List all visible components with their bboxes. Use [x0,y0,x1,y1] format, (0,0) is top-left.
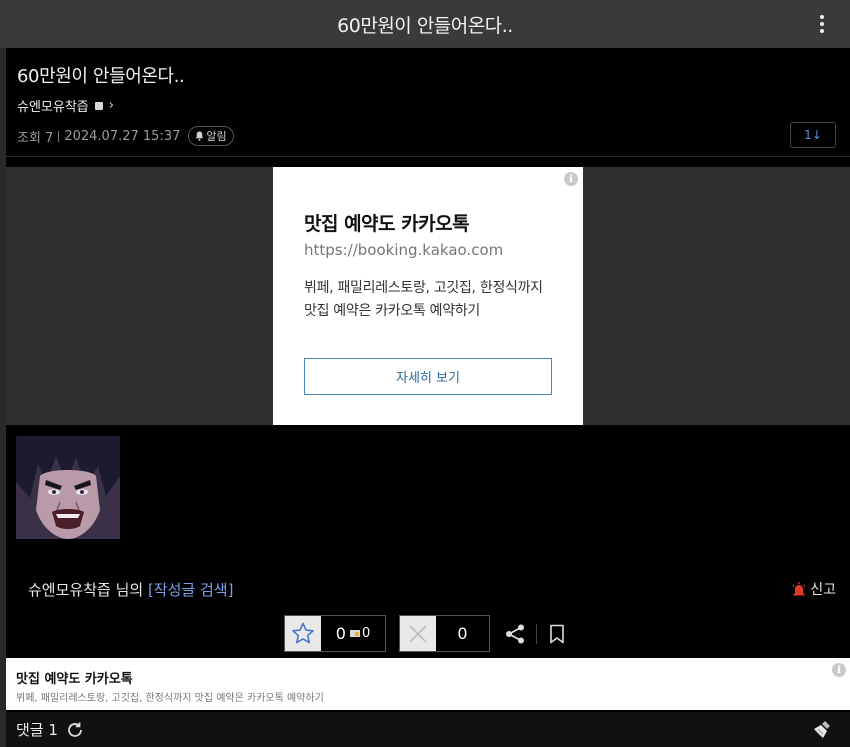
share-icon[interactable] [504,623,526,645]
fixed-upvote-value: 0 [361,626,371,641]
chevron-right-icon: › [108,98,114,113]
header-divider [6,156,850,157]
refresh-icon[interactable] [66,721,84,739]
ad-info-icon[interactable]: i [564,172,578,186]
ad-title: 맛집 예약도 카카오톡 [304,213,470,235]
byline-author: 슈엔모유착즙 [28,581,111,599]
upvote-count: 0 [335,624,346,643]
alarm-label: 알림 [206,130,227,143]
page-jump-button[interactable]: 1↓ [790,122,836,148]
post-meta: 조회 7 2024.07.27 15:37 알림 [17,126,234,146]
ad-url: https://booking.kakao.com [304,241,504,259]
comment-bar: 댓글 1 [6,712,850,747]
downvote-count: 0 [436,616,489,651]
siren-icon [792,582,806,596]
downvote-button[interactable]: 0 [399,615,490,652]
action-separator [536,623,537,644]
vote-row: 0 0 0 [284,615,565,652]
author-name: 슈엔모유착즙 [17,100,89,115]
page-title: 60만원이 안들어온다.. [337,14,513,37]
upvote-counts: 0 0 [321,616,385,651]
byline-suffix: 님의 [110,581,148,599]
upvote-button[interactable]: 0 0 [284,615,386,652]
broom-icon[interactable] [812,720,832,744]
fixed-nick-icon [349,630,360,637]
ad-card[interactable]: i 맛집 예약도 카카오톡 https://booking.kakao.com … [273,167,583,425]
post-title: 60만원이 안들어온다.. [17,66,185,87]
bottom-ad-description: 뷔페, 패밀리레스토랑, 고깃집, 한정식까지 맛집 예약은 카카오톡 예약하기 [16,693,324,704]
report-button[interactable]: 신고 [792,579,836,599]
ad-description: 뷔페, 패밀리레스토랑, 고깃집, 한정식까지 맛집 예약은 카카오톡 예약하기 [304,280,543,319]
bottom-ad-title: 맛집 예약도 카카오톡 [16,672,133,687]
view-count: 조회 7 [17,130,54,146]
fixed-nick-badge-icon [94,101,103,110]
author-link[interactable]: 슈엔모유착즙 › [17,96,114,115]
bookmark-icon[interactable] [549,624,565,644]
bottom-ad-info-icon[interactable]: i [832,663,846,677]
star-icon [285,616,321,651]
meta-separator [58,130,60,142]
fixed-upvote-count: 0 [349,626,371,641]
alarm-button[interactable]: 알림 [188,126,234,146]
author-posts-search-link[interactable]: [작성글 검색] [148,581,233,599]
x-icon [400,616,436,651]
more-vertical-icon[interactable] [816,12,828,36]
author-byline: 슈엔모유착즙 님의 [작성글 검색] [28,579,233,600]
bottom-ad-banner[interactable]: 맛집 예약도 카카오톡 뷔페, 패밀리레스토랑, 고깃집, 한정식까지 맛집 예… [6,658,850,710]
report-label: 신고 [810,582,836,598]
post-image [16,436,120,539]
ad-detail-button[interactable]: 자세히 보기 [304,358,552,395]
top-bar: 60만원이 안들어온다.. [0,0,850,48]
anime-character-image [16,436,120,539]
post-date: 2024.07.27 15:37 [64,128,181,144]
bell-icon [196,131,204,141]
comment-count: 댓글 1 [16,721,58,739]
